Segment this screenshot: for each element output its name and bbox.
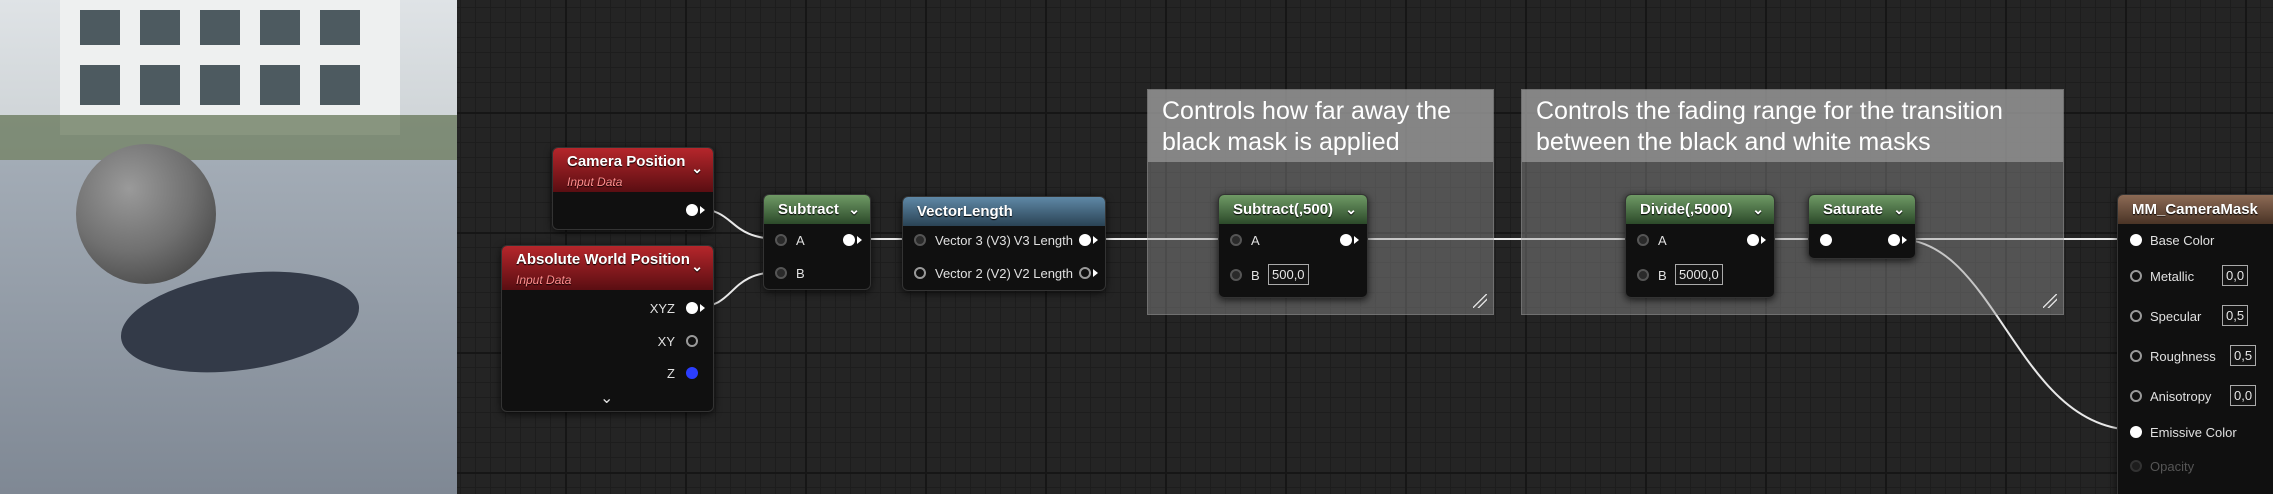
- preview-viewport[interactable]: [0, 0, 457, 494]
- node-title: VectorLength: [917, 203, 1013, 220]
- input-label: Base Color: [2150, 233, 2215, 248]
- input-pin[interactable]: [2130, 426, 2142, 438]
- input-a-label: A: [796, 233, 805, 248]
- input-b-label: B: [796, 266, 805, 281]
- pin-arrow-icon: [1761, 236, 1766, 244]
- node-title: Camera Position: [567, 153, 686, 170]
- output-pin[interactable]: [1747, 234, 1759, 246]
- node-title: Subtract: [778, 201, 839, 218]
- output-pin[interactable]: [1888, 234, 1900, 246]
- input-pin[interactable]: [2130, 390, 2142, 402]
- value-field[interactable]: 0,5: [2222, 305, 2249, 326]
- output-xy-label: XY: [657, 334, 675, 349]
- input-pin[interactable]: [1820, 234, 1832, 246]
- output-pin[interactable]: [1340, 234, 1352, 246]
- input-b-pin[interactable]: [1230, 269, 1242, 281]
- pin-arrow-icon: [1354, 236, 1359, 244]
- input-label: Opacity: [2150, 459, 2195, 474]
- output-v3-length-pin[interactable]: [1079, 234, 1091, 246]
- input-pin[interactable]: [2130, 350, 2142, 362]
- input-pin[interactable]: [2130, 270, 2142, 282]
- input-b-label: B: [1658, 268, 1667, 283]
- output-v2-length-pin[interactable]: [1079, 267, 1091, 279]
- output-z-pin[interactable]: [686, 367, 698, 379]
- value-field[interactable]: 0,0: [2230, 385, 2257, 406]
- chevron-down-icon[interactable]: ⌄: [1752, 195, 1764, 224]
- comment-fade[interactable]: Controls the fading range for the transi…: [1521, 89, 2064, 315]
- resize-grip-icon[interactable]: [1473, 294, 1487, 308]
- node-camera-position[interactable]: Camera Position Input Data ⌄: [552, 147, 714, 230]
- input-v2-label: Vector 2 (V2): [935, 266, 1011, 281]
- pin-arrow-icon: [700, 304, 705, 312]
- pin-arrow-icon: [700, 206, 705, 214]
- output-pin[interactable]: [686, 204, 698, 216]
- node-material-result[interactable]: MM_CameraMask Base Color Metallic 0,0 Sp…: [2117, 194, 2273, 494]
- input-v3-pin[interactable]: [914, 234, 926, 246]
- input-b-pin[interactable]: [775, 267, 787, 279]
- input-label: Specular: [2150, 309, 2202, 324]
- input-b-value-field[interactable]: 500,0: [1268, 264, 1309, 285]
- node-title: Absolute World Position: [516, 251, 690, 268]
- input-a-pin[interactable]: [775, 234, 787, 246]
- pin-arrow-icon: [857, 236, 862, 244]
- output-xyz-pin[interactable]: [686, 302, 698, 314]
- pin-arrow-icon: [1093, 269, 1098, 277]
- input-v3-label: Vector 3 (V3): [935, 233, 1011, 248]
- node-saturate[interactable]: Saturate ⌄: [1808, 194, 1916, 259]
- chevron-down-icon[interactable]: ⌄: [848, 195, 860, 224]
- input-b-pin[interactable]: [1637, 269, 1649, 281]
- chevron-down-icon[interactable]: ⌄: [1345, 195, 1357, 224]
- value-field[interactable]: 0,0: [2222, 265, 2249, 286]
- comment-distance-title: Controls how far away the black mask is …: [1148, 90, 1493, 162]
- chevron-down-icon[interactable]: ⌄: [1893, 195, 1905, 224]
- node-divide-5000[interactable]: Divide(,5000) ⌄ A B 5000,0: [1625, 194, 1775, 298]
- chevron-down-icon[interactable]: ⌄: [691, 158, 703, 178]
- input-a-pin[interactable]: [1230, 234, 1242, 246]
- comment-fade-title: Controls the fading range for the transi…: [1522, 90, 2063, 162]
- viewport-scene: [0, 0, 457, 494]
- input-a-label: A: [1658, 233, 1667, 248]
- input-label: Roughness: [2150, 349, 2216, 364]
- output-z-label: Z: [667, 366, 675, 381]
- input-pin[interactable]: [2130, 310, 2142, 322]
- input-label: Metallic: [2150, 269, 2195, 284]
- node-subtitle: Input Data: [516, 273, 572, 287]
- input-v2-pin[interactable]: [914, 267, 926, 279]
- chevron-down-icon[interactable]: ⌄: [691, 256, 703, 276]
- expand-chevron-icon[interactable]: ⌄: [600, 388, 613, 408]
- output-v3-length-label: V3 Length: [1013, 233, 1073, 248]
- output-v2-length-label: V2 Length: [1013, 266, 1073, 281]
- value-field[interactable]: 0,5: [2230, 345, 2257, 366]
- input-a-label: A: [1251, 233, 1260, 248]
- input-pin[interactable]: [2130, 234, 2142, 246]
- resize-grip-icon[interactable]: [2043, 294, 2057, 308]
- node-vector-length[interactable]: VectorLength Vector 3 (V3) Vector 2 (V2)…: [902, 196, 1106, 291]
- output-xyz-label: XYZ: [649, 301, 675, 316]
- node-title: Divide(,5000): [1640, 201, 1733, 218]
- node-absolute-world-position[interactable]: Absolute World Position Input Data ⌄ XYZ…: [501, 245, 714, 412]
- node-title: Subtract(,500): [1233, 201, 1334, 218]
- node-subtract-500[interactable]: Subtract(,500) ⌄ A B 500,0: [1218, 194, 1368, 298]
- output-pin[interactable]: [843, 234, 855, 246]
- output-xy-pin[interactable]: [686, 335, 698, 347]
- node-title: MM_CameraMask: [2132, 201, 2258, 218]
- input-b-label: B: [1251, 268, 1260, 283]
- input-label: Anisotropy: [2150, 389, 2212, 404]
- node-title: Saturate: [1823, 201, 1884, 218]
- input-a-pin[interactable]: [1637, 234, 1649, 246]
- pin-arrow-icon: [1093, 236, 1098, 244]
- material-graph-canvas[interactable]: Controls how far away the black mask is …: [457, 0, 2273, 494]
- pin-arrow-icon: [1902, 236, 1907, 244]
- input-b-value-field[interactable]: 5000,0: [1675, 264, 1723, 285]
- input-pin[interactable]: [2130, 460, 2142, 472]
- node-subtract[interactable]: Subtract ⌄ A B: [763, 194, 871, 290]
- input-label: Emissive Color: [2150, 425, 2237, 440]
